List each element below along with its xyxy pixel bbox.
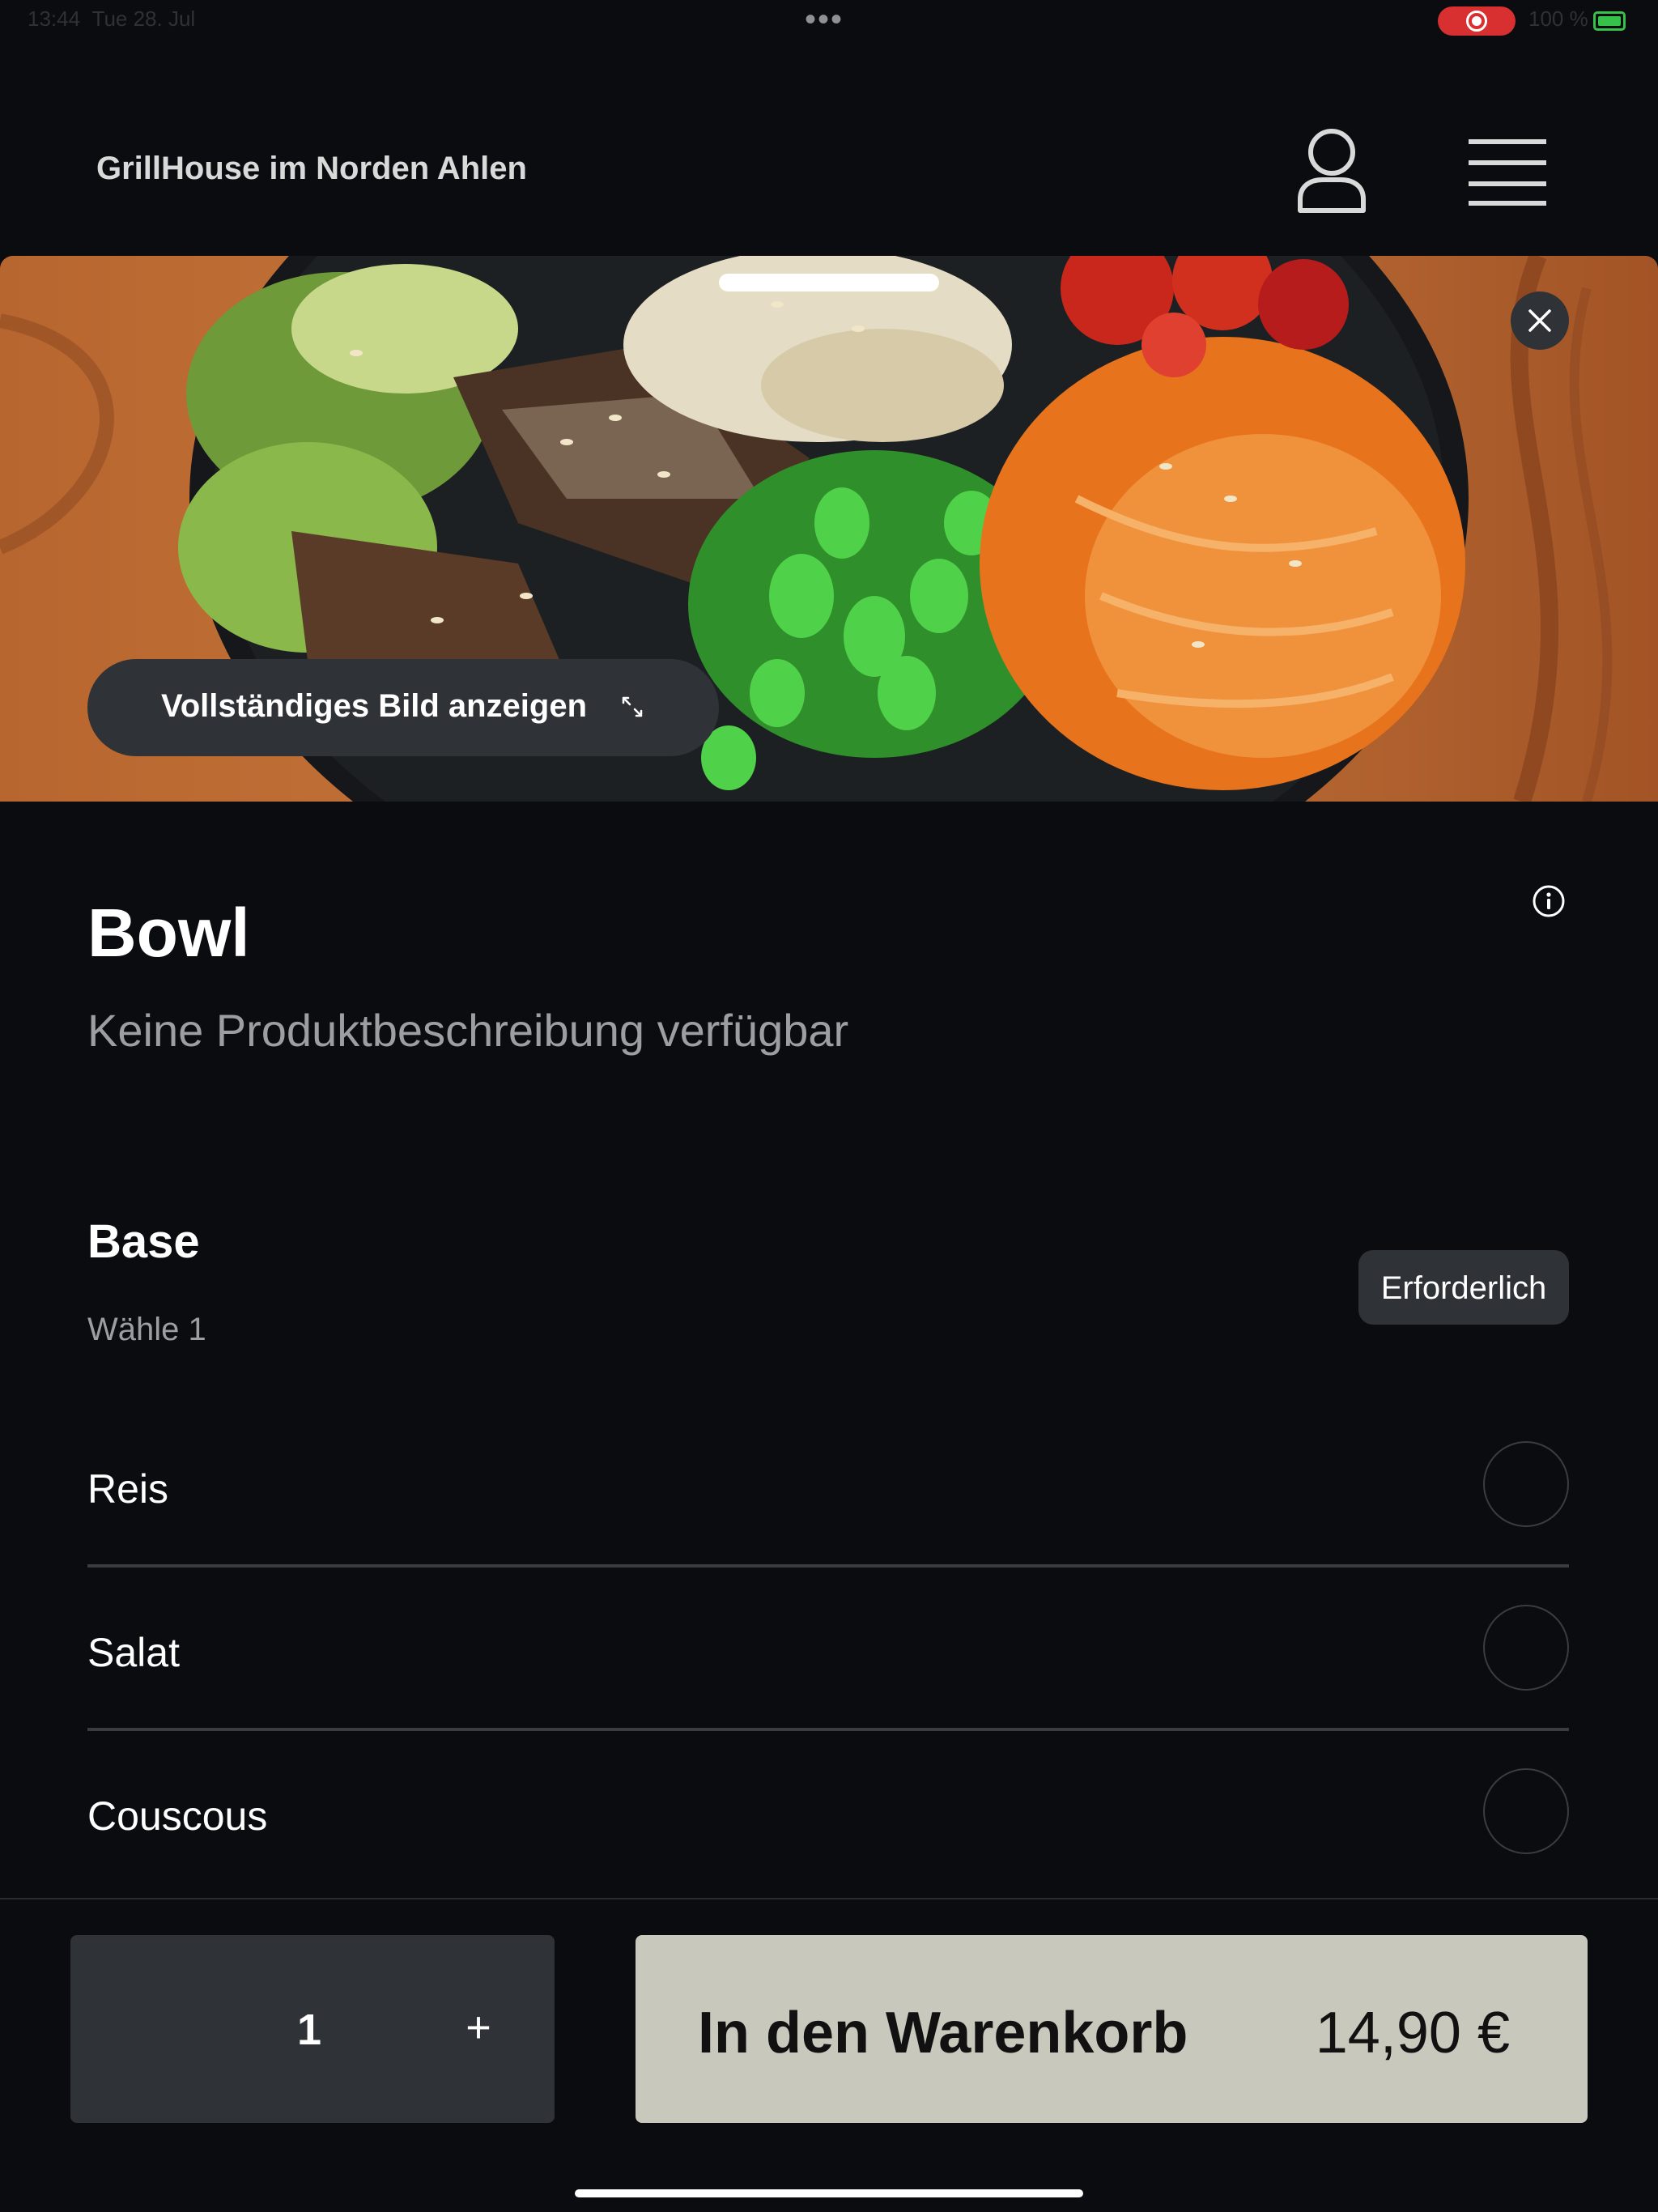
hamburger-menu-icon[interactable] xyxy=(1467,138,1548,207)
home-indicator[interactable] xyxy=(575,2189,1083,2197)
option-label: Salat xyxy=(87,1630,180,1675)
option-group-subtitle: Wähle 1 xyxy=(87,1312,206,1347)
option-group-title: Base xyxy=(87,1215,200,1268)
divider xyxy=(87,1564,1569,1568)
add-to-cart-label: In den Warenkorb xyxy=(698,2001,1188,2065)
status-time: 13:44 Tue 28. Jul xyxy=(28,6,196,31)
product-title: Bowl xyxy=(87,895,250,971)
option-radio[interactable] xyxy=(1483,1605,1569,1691)
status-date: Tue 28. Jul xyxy=(91,6,196,31)
increase-quantity-button[interactable]: + xyxy=(446,2003,511,2052)
option-row-salat[interactable]: Salat xyxy=(87,1605,1569,1694)
sheet-drag-handle[interactable] xyxy=(719,274,939,291)
option-radio[interactable] xyxy=(1483,1441,1569,1527)
option-label: Reis xyxy=(87,1466,169,1512)
view-full-image-label: Vollständiges Bild anzeigen xyxy=(161,688,588,724)
option-radio[interactable] xyxy=(1483,1768,1569,1854)
quantity-stepper[interactable]: 1 + xyxy=(70,1935,555,2123)
option-row-couscous[interactable]: Couscous xyxy=(87,1768,1569,1857)
restaurant-name[interactable]: GrillHouse im Norden Ahlen xyxy=(96,151,527,187)
product-description: Keine Produktbeschreibung verfügbar xyxy=(87,1005,849,1056)
required-badge: Erforderlich xyxy=(1358,1250,1569,1325)
close-button[interactable] xyxy=(1511,291,1569,350)
multitasking-dots-icon[interactable]: ••• xyxy=(805,3,844,36)
close-icon xyxy=(1528,309,1551,332)
option-label: Couscous xyxy=(87,1793,268,1839)
screen-recording-icon[interactable] xyxy=(1438,6,1516,36)
divider xyxy=(87,1728,1569,1731)
footer-divider xyxy=(0,1898,1658,1899)
price-label: 14,90 € xyxy=(1315,2001,1510,2065)
view-full-image-button[interactable]: Vollständiges Bild anzeigen xyxy=(87,659,719,756)
info-icon[interactable] xyxy=(1532,884,1566,922)
battery-icon xyxy=(1593,11,1626,31)
quantity-value: 1 xyxy=(297,2006,322,2054)
expand-icon xyxy=(622,696,643,717)
add-to-cart-button[interactable]: In den Warenkorb 14,90 € xyxy=(636,1935,1588,2123)
user-icon[interactable] xyxy=(1295,126,1368,215)
option-row-reis[interactable]: Reis xyxy=(87,1441,1569,1530)
required-label: Erforderlich xyxy=(1380,1270,1547,1306)
battery-percentage: 100 % xyxy=(1528,6,1588,31)
